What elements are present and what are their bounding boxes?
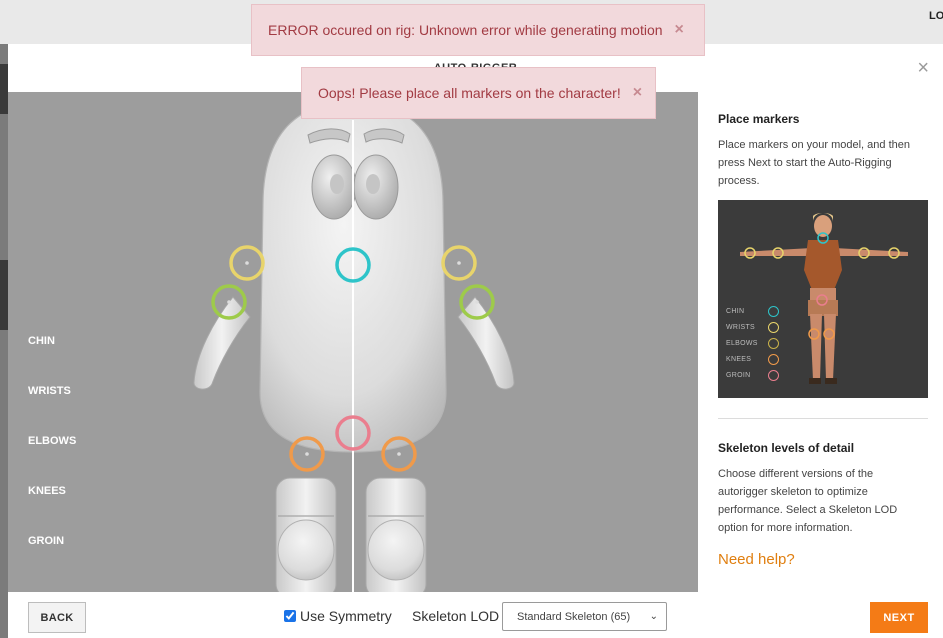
preview-legend-item: CHIN — [726, 306, 796, 322]
wrist-marker-right[interactable] — [441, 245, 477, 281]
warning-toast-message: Oops! Please place all markers on the ch… — [318, 85, 621, 101]
error-toast-message: ERROR occured on rig: Unknown error whil… — [268, 22, 663, 38]
preview-legend-item: GROIN — [726, 370, 796, 386]
close-icon[interactable]: × — [633, 84, 642, 102]
error-toast: ERROR occured on rig: Unknown error whil… — [251, 4, 705, 56]
use-symmetry-checkbox[interactable] — [284, 610, 296, 622]
wrist-marker-left[interactable] — [229, 245, 265, 281]
close-icon[interactable]: × — [675, 21, 684, 39]
preview-legend-item: WRISTS — [726, 322, 796, 338]
preview-legend-item: ELBOWS — [726, 338, 796, 354]
marker-label-chin: CHIN — [28, 335, 55, 347]
marker-label-knees: KNEES — [28, 485, 66, 497]
place-markers-heading: Place markers — [718, 112, 800, 126]
skeleton-lod-label: Skeleton LOD — [412, 608, 500, 624]
use-symmetry-label: Use Symmetry — [300, 608, 392, 624]
marker-label-wrists: WRISTS — [28, 385, 71, 397]
chevron-down-icon: ⌄ — [649, 611, 658, 622]
right-arm — [457, 296, 515, 390]
back-button[interactable]: BACK — [28, 602, 86, 633]
background-header-text: LO — [929, 10, 943, 22]
legend-ring-icon — [768, 306, 779, 317]
need-help-link[interactable]: Need help? — [718, 551, 795, 568]
skeleton-lod-value: Standard Skeleton (65) — [517, 611, 631, 623]
close-icon[interactable]: × — [917, 58, 929, 78]
next-button[interactable]: NEXT — [870, 602, 928, 633]
character-viewport[interactable]: CHIN WRISTS ELBOWS KNEES GROIN — [8, 92, 698, 592]
lod-heading: Skeleton levels of detail — [718, 441, 855, 455]
use-symmetry-toggle[interactable]: Use Symmetry — [284, 608, 392, 624]
lod-text: Choose different versions of the autorig… — [718, 468, 898, 534]
skeleton-lod-select[interactable]: Standard Skeleton (65) ⌄ — [502, 602, 667, 631]
character-model[interactable] — [8, 92, 698, 592]
legend-ring-icon — [768, 338, 779, 349]
marker-preview-image: CHIN WRISTS ELBOWS KNEES GROIN — [718, 200, 928, 398]
marker-label-groin: GROIN — [28, 535, 65, 547]
warning-toast: Oops! Please place all markers on the ch… — [301, 67, 656, 119]
auto-rigger-modal: AUTO-RIGGER × — [8, 44, 943, 638]
legend-ring-icon — [768, 322, 779, 333]
background-strip — [0, 260, 8, 330]
place-markers-text: Place markers on your model, and then pr… — [718, 139, 910, 187]
preview-legend-item: KNEES — [726, 354, 796, 370]
instructions-panel: Place markers Place markers on your mode… — [698, 92, 943, 592]
background-strip — [0, 64, 8, 114]
marker-label-elbows: ELBOWS — [28, 435, 77, 447]
modal-footer: BACK Use Symmetry Skeleton LOD Standard … — [8, 592, 943, 638]
panel-divider — [718, 418, 928, 419]
legend-ring-icon — [768, 370, 779, 381]
legend-ring-icon — [768, 354, 779, 365]
